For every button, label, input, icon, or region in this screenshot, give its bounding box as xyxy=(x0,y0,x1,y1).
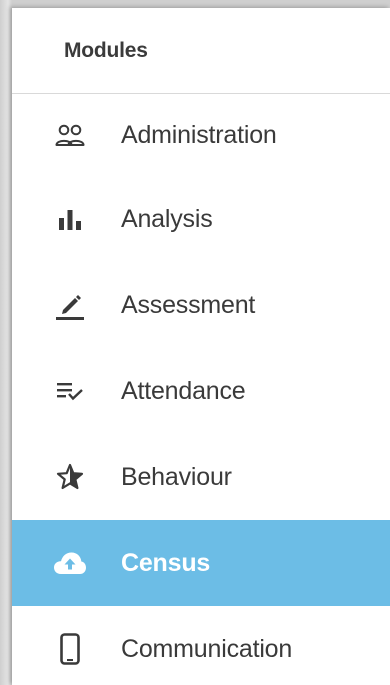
menu-item-behaviour[interactable]: Behaviour xyxy=(12,434,390,520)
cloud-upload-icon xyxy=(53,546,87,580)
bar-chart-icon xyxy=(53,202,87,236)
menu-item-label: Census xyxy=(121,548,211,577)
people-icon xyxy=(53,119,87,153)
window-frame: Modules Administration Analysis Assessme… xyxy=(0,0,390,685)
menu-item-label: Analysis xyxy=(121,204,213,233)
modules-menu: Administration Analysis Assessment Atten… xyxy=(12,95,390,685)
menu-item-attendance[interactable]: Attendance xyxy=(12,348,390,434)
modules-panel: Modules Administration Analysis Assessme… xyxy=(12,8,390,685)
list-check-icon xyxy=(53,374,87,408)
menu-item-assessment[interactable]: Assessment xyxy=(12,262,390,348)
menu-item-label: Assessment xyxy=(121,290,256,319)
menu-item-label: Communication xyxy=(121,634,293,663)
star-icon xyxy=(53,460,87,494)
menu-item-census[interactable]: Census xyxy=(12,520,390,606)
panel-title: Modules xyxy=(64,38,148,62)
menu-item-analysis[interactable]: Analysis xyxy=(12,176,390,262)
pen-icon xyxy=(53,288,87,322)
phone-icon xyxy=(53,632,87,666)
menu-item-label: Attendance xyxy=(121,376,246,405)
menu-item-administration[interactable]: Administration xyxy=(12,95,390,176)
menu-item-label: Administration xyxy=(121,121,277,149)
menu-item-communication[interactable]: Communication xyxy=(12,606,390,685)
menu-item-label: Behaviour xyxy=(121,462,232,491)
panel-header: Modules xyxy=(12,8,390,94)
